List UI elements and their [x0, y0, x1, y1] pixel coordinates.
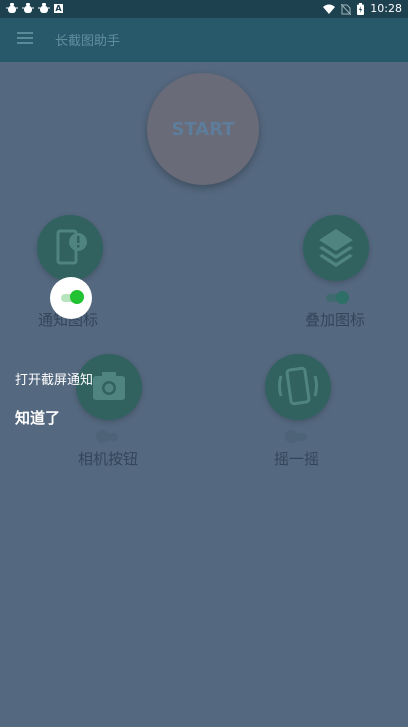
start-button-label: START — [171, 118, 235, 140]
status-left-icons: A — [6, 2, 63, 14]
feature-label-camera: 相机按钮 — [78, 450, 139, 468]
toggle-thumb — [285, 430, 298, 443]
camera-button-toggle[interactable] — [96, 430, 118, 443]
tip-text: 打开截屏通知 — [15, 373, 94, 388]
toggle-thumb — [70, 290, 84, 304]
toggle-thumb — [96, 430, 109, 443]
hamburger-menu-icon[interactable] — [17, 32, 33, 46]
wifi-icon — [323, 4, 336, 14]
battery-icon — [357, 3, 365, 15]
notification-alert-icon — [56, 229, 87, 265]
a-icon: A — [54, 3, 63, 13]
start-button[interactable]: START — [147, 73, 259, 185]
toggle-thumb — [336, 291, 349, 304]
overlay-icon-toggle[interactable] — [326, 291, 349, 304]
status-bar: A 10:28 — [0, 0, 408, 18]
status-right-icons: 10:28 — [323, 2, 402, 16]
bug-icon — [22, 3, 34, 13]
notification-toggle-spotlight[interactable] — [50, 277, 92, 319]
overlay-icon-feature[interactable] — [303, 215, 369, 281]
shake-phone-icon — [278, 366, 318, 406]
bug-icon — [6, 3, 18, 13]
feature-label-overlay: 叠加图标 — [305, 311, 366, 329]
got-it-button[interactable]: 知道了 — [15, 407, 60, 428]
feature-label-shake: 摇一摇 — [274, 450, 320, 468]
app-title: 长截图助手 — [55, 34, 121, 49]
no-sim-icon — [341, 3, 352, 15]
layers-icon — [319, 229, 353, 267]
app-bar: 长截图助手 — [0, 18, 408, 62]
shake-feature[interactable] — [265, 354, 331, 420]
clock-time: 10:28 — [370, 2, 402, 15]
notification-icon-feature[interactable] — [37, 215, 103, 281]
bug-icon — [38, 3, 50, 13]
shake-toggle[interactable] — [285, 430, 307, 443]
